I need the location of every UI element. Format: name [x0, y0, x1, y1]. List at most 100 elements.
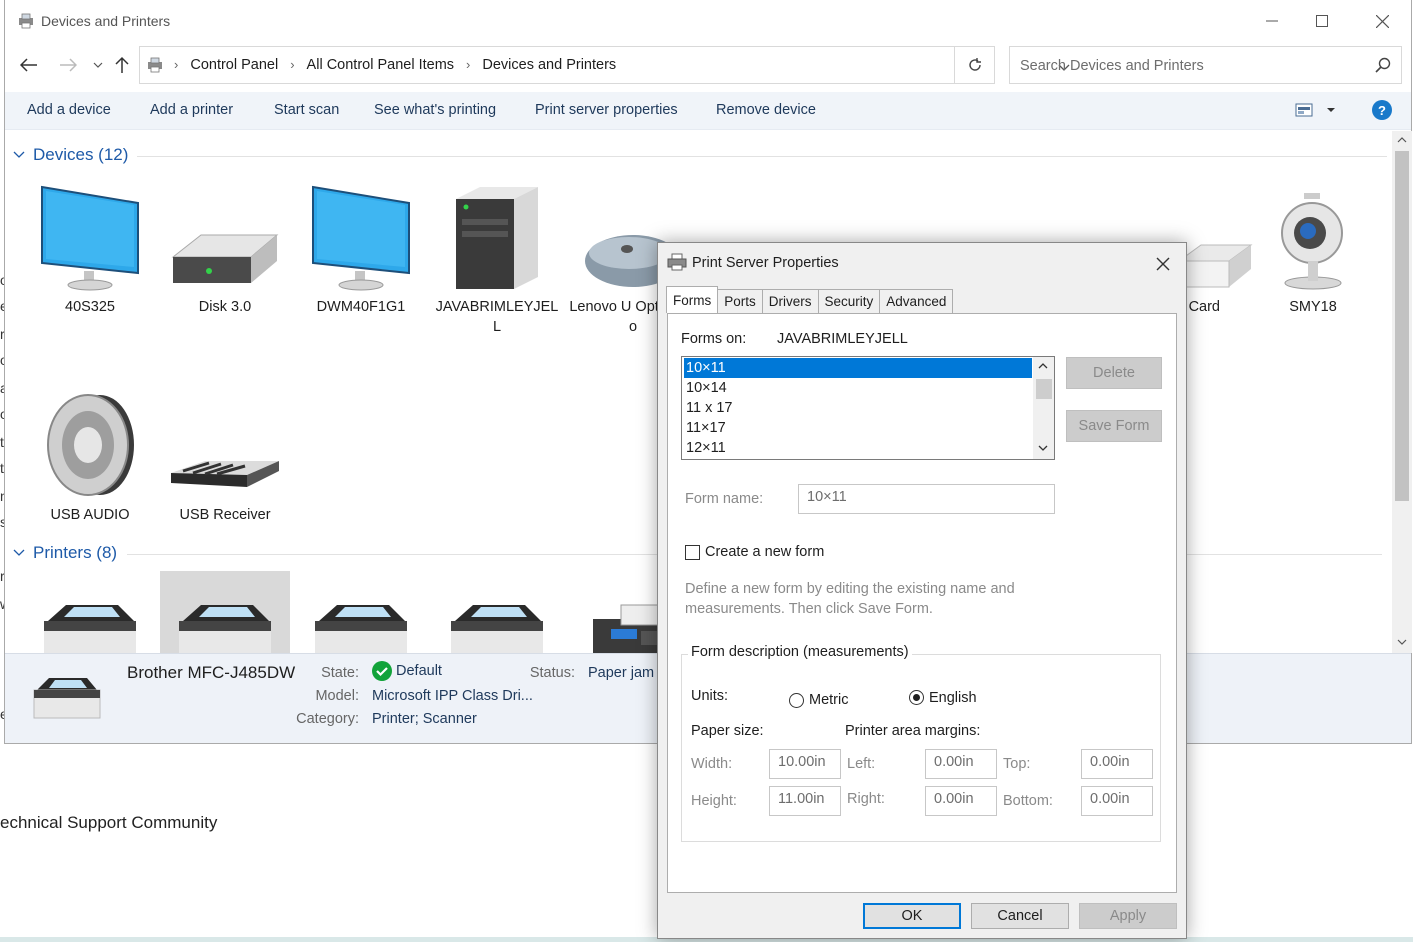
bottom-margin-field[interactable]: 0.00in — [1081, 786, 1153, 816]
device-tile[interactable]: USB AUDIO — [25, 387, 155, 525]
tab-advanced[interactable]: Advanced — [879, 289, 954, 313]
vertical-scrollbar[interactable] — [1392, 131, 1412, 653]
save-form-button[interactable]: Save Form — [1066, 410, 1162, 442]
create-new-form-label[interactable]: Create a new form — [705, 544, 824, 560]
forward-button[interactable] — [57, 54, 79, 76]
left-margin-field[interactable]: 0.00in — [925, 749, 997, 779]
refresh-button[interactable] — [955, 46, 995, 84]
forms-on-value: JAVABRIMLEYJELL — [777, 331, 908, 347]
start-scan-button[interactable]: Start scan — [274, 102, 339, 118]
device-tile[interactable]: JAVABRIMLEYJEL L — [432, 179, 562, 337]
device-label: USB AUDIO — [50, 507, 130, 523]
dialog-close-button[interactable] — [1148, 249, 1178, 279]
drive-icon — [160, 179, 290, 291]
state-value: Default — [372, 661, 442, 681]
list-item[interactable]: 10×11 — [684, 358, 1032, 378]
computer-tower-icon — [432, 179, 562, 291]
device-tile[interactable]: DWM40F1G1 — [296, 179, 426, 317]
tab-drivers[interactable]: Drivers — [761, 289, 819, 313]
height-label: Height: — [691, 793, 737, 809]
tab-security[interactable]: Security — [817, 289, 881, 313]
device-tile[interactable]: SMY18 — [1248, 179, 1378, 317]
printer-icon — [315, 605, 407, 653]
help-icon[interactable]: ? — [1372, 100, 1392, 120]
devices-group-header[interactable]: Devices (12) — [13, 145, 128, 165]
monitor-icon — [296, 179, 426, 291]
width-label: Width: — [691, 756, 733, 772]
metric-label[interactable]: Metric — [809, 692, 848, 708]
tab-ports[interactable]: Ports — [717, 289, 763, 313]
breadcrumb-devices-printers[interactable]: Devices and Printers — [482, 57, 616, 73]
english-radio[interactable] — [909, 690, 924, 705]
list-item[interactable]: 11 x 17 — [684, 398, 1032, 418]
form-description-group: Form description (measurements) Units: M… — [681, 644, 1161, 842]
view-options-icon[interactable] — [1295, 102, 1337, 123]
breadcrumb: › Control Panel › All Control Panel Item… — [170, 57, 616, 73]
add-printer-button[interactable]: Add a printer — [150, 102, 233, 118]
up-button[interactable] — [111, 54, 133, 76]
listbox-scrollbar[interactable] — [1033, 357, 1054, 459]
community-heading[interactable]: echnical Support Community — [0, 813, 217, 833]
device-tile[interactable]: USB Receiver — [160, 387, 290, 525]
height-field[interactable]: 11.00in — [769, 786, 841, 816]
status-value: Paper jam — [588, 665, 655, 681]
breadcrumb-all-items[interactable]: All Control Panel Items — [307, 57, 454, 73]
search-input[interactable]: Search Devices and Printers — [1009, 46, 1402, 84]
search-placeholder: Search Devices and Printers — [1020, 58, 1204, 74]
close-button[interactable] — [1359, 6, 1405, 36]
cancel-button[interactable]: Cancel — [971, 903, 1069, 929]
ok-button[interactable]: OK — [863, 903, 961, 929]
back-button[interactable] — [18, 54, 40, 76]
add-device-button[interactable]: Add a device — [27, 102, 111, 118]
bottom-margin-label: Bottom: — [1003, 793, 1053, 809]
english-label[interactable]: English — [929, 690, 977, 706]
forms-on-label: Forms on: — [681, 331, 747, 347]
device-tile[interactable]: Disk 3.0 — [160, 179, 290, 317]
list-item[interactable]: 10×14 — [684, 378, 1032, 398]
remove-device-button[interactable]: Remove device — [716, 102, 816, 118]
printer-tile[interactable] — [432, 571, 562, 653]
list-item[interactable]: 12×11 — [684, 438, 1032, 458]
printers-group-header[interactable]: Printers (8) — [13, 543, 117, 563]
status-label: Status: — [529, 665, 575, 681]
device-tile[interactable]: 40S325 — [25, 179, 155, 317]
printer-tile[interactable] — [160, 571, 290, 653]
breadcrumb-control-panel[interactable]: Control Panel — [190, 57, 278, 73]
search-icon[interactable] — [1375, 57, 1391, 78]
forms-listbox[interactable]: 10×11 10×14 11 x 17 11×17 12×11 — [681, 356, 1055, 460]
recent-locations-chevron-icon[interactable] — [87, 54, 109, 76]
width-field[interactable]: 10.00in — [769, 749, 841, 779]
category-label: Category: — [296, 711, 359, 727]
title-bar[interactable]: Devices and Printers — [5, 0, 1411, 42]
top-margin-field[interactable]: 0.00in — [1081, 749, 1153, 779]
apply-button[interactable]: Apply — [1079, 903, 1177, 929]
metric-radio[interactable] — [789, 693, 804, 708]
right-margin-label: Right: — [847, 791, 885, 807]
hint-text: measurements. Then click Save Form. — [685, 601, 933, 617]
right-margin-field[interactable]: 0.00in — [925, 786, 997, 816]
delete-button[interactable]: Delete — [1066, 357, 1162, 389]
webcam-icon — [1248, 179, 1378, 291]
printer-tile[interactable] — [296, 571, 426, 653]
maximize-button[interactable] — [1299, 6, 1345, 36]
print-server-properties-button[interactable]: Print server properties — [535, 102, 678, 118]
scrollbar-thumb[interactable] — [1036, 379, 1052, 399]
top-margin-label: Top: — [1003, 756, 1031, 772]
form-name-field[interactable]: 10×11 — [798, 484, 1055, 514]
address-bar[interactable]: › Control Panel › All Control Panel Item… — [139, 46, 1070, 84]
units-label: Units: — [691, 688, 729, 704]
tab-forms[interactable]: Forms — [666, 286, 719, 313]
scrollbar-thumb[interactable] — [1395, 151, 1409, 501]
see-whats-printing-button[interactable]: See what's printing — [374, 102, 496, 118]
forms-tab-panel: Forms on: JAVABRIMLEYJELL 10×11 10×14 11… — [667, 313, 1177, 893]
tab-strip: Forms Ports Drivers Security Advanced — [666, 286, 954, 313]
scroll-down-icon — [1397, 639, 1407, 645]
create-new-form-checkbox[interactable] — [685, 545, 700, 560]
device-label: USB Receiver — [179, 507, 271, 523]
printer-tile[interactable] — [25, 571, 155, 653]
minimize-button[interactable] — [1249, 6, 1295, 36]
list-item[interactable]: 11×17 — [684, 418, 1032, 438]
command-bar: Add a device Add a printer Start scan Se… — [5, 92, 1411, 130]
breadcrumb-separator-icon: › — [174, 57, 179, 72]
devices-group-label: Devices (12) — [33, 145, 129, 164]
